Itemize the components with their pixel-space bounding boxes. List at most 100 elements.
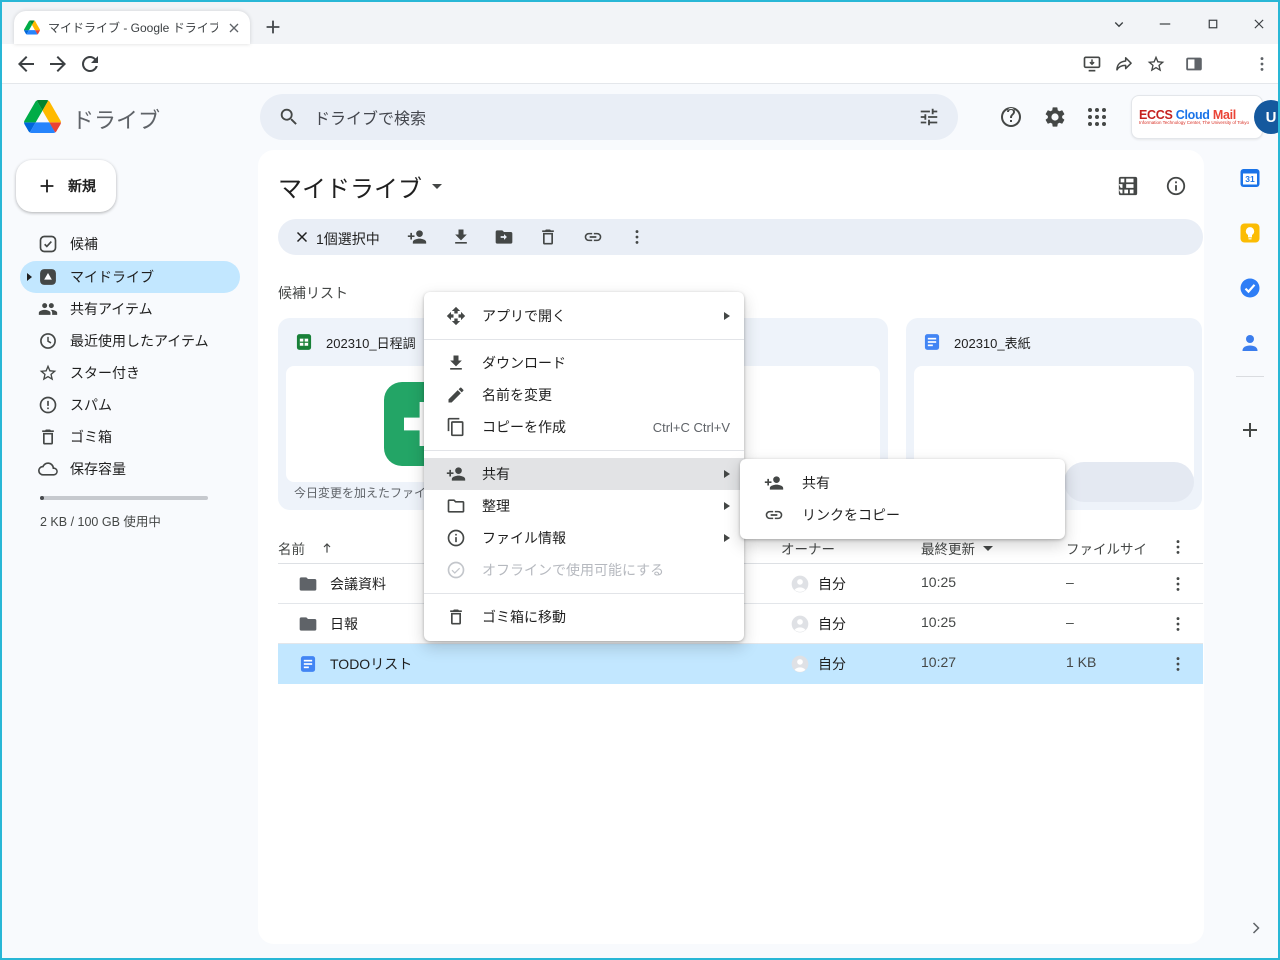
calendar-day-text: 31	[1245, 174, 1255, 184]
menu-item-make-copy[interactable]: コピーを作成 Ctrl+C Ctrl+V	[424, 411, 744, 443]
sidebar-item-storage[interactable]: 保存容量	[20, 453, 240, 485]
sidebar-item-shared[interactable]: 共有アイテム	[20, 293, 240, 325]
sidebar-item-spam[interactable]: スパム	[20, 389, 240, 421]
copy-link-icon[interactable]	[583, 227, 603, 247]
menu-item-organize[interactable]: 整理	[424, 490, 744, 522]
file-size: –	[1066, 574, 1074, 590]
drive-profile-avatar[interactable]: U	[1254, 100, 1280, 134]
search-input[interactable]: ドライブで検索	[314, 105, 904, 129]
file-card-reason-chip	[1064, 462, 1194, 502]
menu-item-rename[interactable]: 名前を変更	[424, 379, 744, 411]
menu-item-file-info[interactable]: ファイル情報	[424, 522, 744, 554]
side-panel-icon[interactable]	[1183, 53, 1205, 75]
column-settings-icon[interactable]	[1168, 537, 1188, 557]
settings-gear-icon[interactable]	[1043, 105, 1067, 129]
browser-menu-icon[interactable]	[1252, 54, 1272, 74]
menu-item-move-to-trash[interactable]: ゴミ箱に移動	[424, 601, 744, 633]
share-icon[interactable]	[1114, 54, 1134, 74]
column-header-size[interactable]: ファイルサイ	[1066, 538, 1147, 558]
menu-item-label: リンクをコピー	[802, 505, 900, 525]
tasks-icon[interactable]	[1238, 276, 1262, 300]
sort-ascending-icon[interactable]	[319, 540, 335, 556]
download-icon[interactable]	[451, 227, 471, 247]
details-info-icon[interactable]	[1165, 175, 1187, 197]
install-icon[interactable]	[1082, 54, 1102, 74]
row-menu-icon[interactable]	[1168, 654, 1188, 674]
calendar-icon[interactable]: 31	[1238, 166, 1262, 190]
share-person-add-icon[interactable]	[407, 227, 427, 247]
search-icon[interactable]	[278, 106, 300, 128]
tab-search-button[interactable]	[1101, 10, 1137, 38]
reload-button[interactable]	[78, 52, 102, 76]
menu-item-open-with[interactable]: アプリで開く	[424, 300, 744, 332]
menu-item-label: ゴミ箱に移動	[482, 607, 566, 627]
title-dropdown-caret-icon[interactable]	[432, 184, 442, 189]
menu-item-offline: オフラインで使用可能にする	[424, 554, 744, 586]
modified-time: 10:27	[921, 654, 956, 670]
bookmark-star-icon[interactable]	[1146, 54, 1166, 74]
forward-button[interactable]	[46, 52, 70, 76]
submenu-item-copy-link[interactable]: リンクをコピー	[740, 499, 1065, 531]
trash-icon[interactable]	[538, 227, 558, 247]
file-card-title: 202310_日程調	[326, 333, 416, 352]
share-person-add-icon	[764, 473, 784, 493]
menu-item-label: 共有	[482, 464, 510, 484]
docs-file-icon	[298, 654, 318, 674]
column-header-owner[interactable]: オーナー	[781, 538, 835, 558]
folder-icon	[446, 496, 466, 516]
copy-link-icon	[764, 505, 784, 525]
window-maximize-button[interactable]	[1195, 10, 1231, 38]
sidebar-item-starred[interactable]: スター付き	[20, 357, 240, 389]
drive-logo[interactable]	[24, 100, 61, 133]
browser-toolbar: drive.google.com/drive/my-drive U	[2, 44, 1278, 84]
expand-caret-icon[interactable]	[27, 273, 32, 281]
add-apps-icon[interactable]	[1238, 418, 1262, 442]
more-actions-icon[interactable]	[627, 227, 647, 247]
submenu-arrow-icon	[724, 470, 730, 478]
column-header-name[interactable]: 名前	[278, 538, 335, 558]
grid-view-icon[interactable]	[1117, 175, 1139, 197]
help-icon[interactable]	[999, 105, 1023, 129]
keep-icon[interactable]	[1238, 221, 1262, 245]
google-apps-grid-icon[interactable]	[1085, 105, 1109, 129]
menu-item-share[interactable]: 共有	[424, 458, 744, 490]
file-name[interactable]: 日報	[330, 614, 358, 634]
sheets-file-icon	[294, 332, 314, 352]
sidebar-item-trash[interactable]: ゴミ箱	[20, 421, 240, 453]
tab-close-icon[interactable]	[226, 20, 242, 36]
file-card-header[interactable]: 202310_表紙	[906, 318, 1202, 366]
menu-item-label: 名前を変更	[482, 385, 552, 405]
new-button[interactable]: 新規	[16, 160, 116, 212]
move-to-folder-icon[interactable]	[494, 227, 514, 247]
account-chip[interactable]: ECCS Cloud Mail Information Technology C…	[1131, 95, 1263, 139]
column-header-modified[interactable]: 最終更新	[921, 538, 993, 558]
column-header-label: ファイルサイ	[1066, 538, 1147, 558]
row-menu-icon[interactable]	[1168, 574, 1188, 594]
new-tab-button[interactable]	[262, 16, 284, 38]
file-name[interactable]: 会議資料	[330, 574, 386, 594]
contacts-icon[interactable]	[1238, 331, 1262, 355]
back-button[interactable]	[14, 52, 38, 76]
file-name[interactable]: TODOリスト	[330, 654, 412, 674]
browser-tab[interactable]: マイドライブ - Google ドライブ	[14, 11, 250, 44]
table-row-selected[interactable]: TODOリスト 自分 10:27 1 KB	[278, 644, 1203, 684]
menu-item-download[interactable]: ダウンロード	[424, 347, 744, 379]
clear-selection-icon[interactable]	[293, 228, 311, 246]
trash-icon	[38, 427, 58, 447]
rail-divider	[1236, 376, 1264, 377]
search-bar[interactable]: ドライブで検索	[260, 94, 958, 140]
check-square-icon	[38, 234, 58, 254]
sidebar-item-my-drive[interactable]: マイドライブ	[20, 261, 240, 293]
window-minimize-button[interactable]	[1147, 10, 1183, 38]
sidebar-item-recent[interactable]: 最近使用したアイテム	[20, 325, 240, 357]
menu-divider	[424, 593, 744, 594]
row-menu-icon[interactable]	[1168, 614, 1188, 634]
sort-descending-caret-icon	[983, 546, 993, 551]
show-side-panel-chevron-icon[interactable]	[1246, 918, 1266, 938]
submenu-item-share[interactable]: 共有	[740, 467, 1065, 499]
sidebar-item-suggestions[interactable]: 候補	[20, 228, 240, 260]
window-close-button[interactable]	[1241, 10, 1277, 38]
submenu-arrow-icon	[724, 312, 730, 320]
page-title[interactable]: マイドライブ	[278, 170, 442, 202]
search-options-icon[interactable]	[918, 106, 940, 128]
